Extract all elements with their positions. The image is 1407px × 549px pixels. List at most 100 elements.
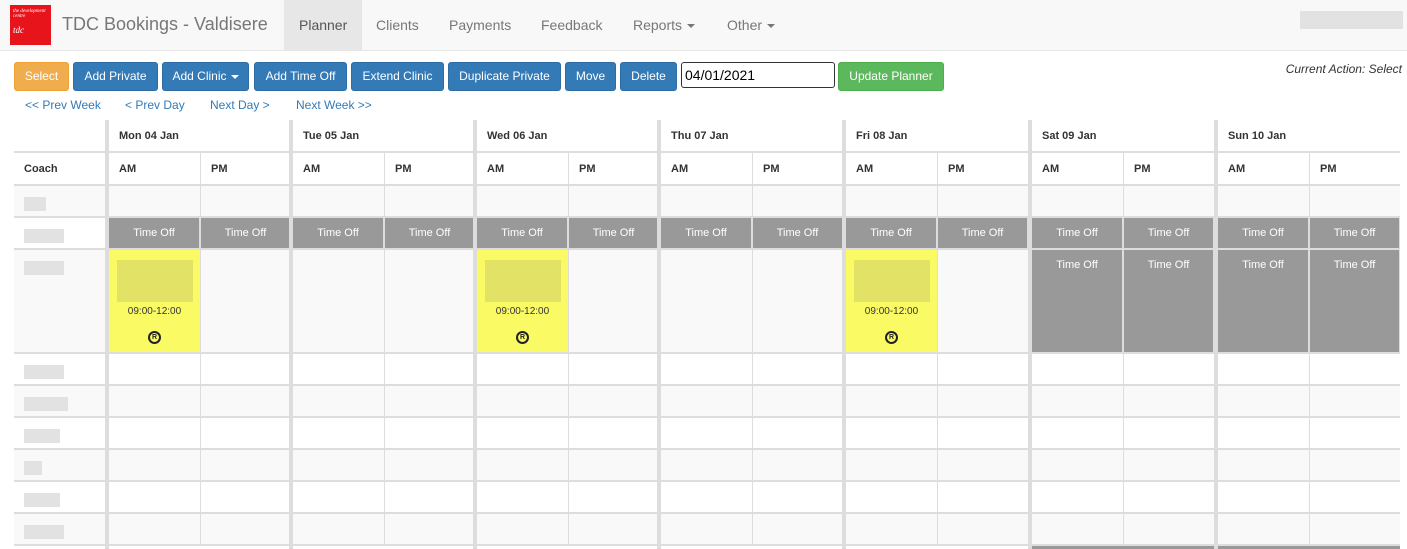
planner-cell[interactable] — [293, 482, 384, 514]
planner-cell[interactable] — [384, 450, 475, 482]
planner-cell[interactable] — [937, 450, 1028, 482]
planner-cell[interactable] — [1123, 482, 1214, 514]
next-week-link[interactable]: Next Week >> — [296, 98, 372, 112]
time-off-cell[interactable]: Time Off — [293, 218, 384, 250]
planner-cell[interactable] — [200, 514, 291, 546]
planner-cell[interactable] — [1123, 186, 1214, 218]
planner-cell[interactable] — [109, 354, 200, 386]
planner-cell[interactable] — [1032, 514, 1123, 546]
planner-cell[interactable] — [937, 250, 1028, 354]
planner-cell[interactable] — [568, 450, 659, 482]
planner-cell[interactable] — [477, 386, 568, 418]
planner-cell[interactable] — [661, 354, 752, 386]
booking-cell[interactable]: 09:00-12:00 R — [846, 250, 937, 354]
time-off-cell[interactable]: Time Off — [752, 218, 843, 250]
planner-cell[interactable] — [477, 186, 568, 218]
planner-cell[interactable] — [200, 386, 291, 418]
planner-cell[interactable] — [1218, 354, 1309, 386]
nav-payments[interactable]: Payments — [434, 0, 526, 50]
planner-cell[interactable] — [1032, 354, 1123, 386]
time-off-cell[interactable]: Time Off — [1218, 250, 1309, 354]
planner-cell[interactable] — [1309, 482, 1400, 514]
move-button[interactable]: Move — [565, 62, 616, 91]
planner-cell[interactable] — [1309, 186, 1400, 218]
planner-cell[interactable] — [846, 186, 937, 218]
time-off-cell[interactable]: Time Off — [384, 218, 475, 250]
planner-cell[interactable] — [846, 450, 937, 482]
planner-cell[interactable] — [1218, 386, 1309, 418]
planner-cell[interactable] — [1032, 418, 1123, 450]
add-time-off-button[interactable]: Add Time Off — [254, 62, 347, 91]
planner-cell[interactable] — [752, 386, 843, 418]
planner-cell[interactable] — [568, 418, 659, 450]
planner-cell[interactable] — [568, 514, 659, 546]
planner-cell[interactable] — [1218, 482, 1309, 514]
planner-cell[interactable] — [1123, 386, 1214, 418]
planner-cell[interactable] — [937, 514, 1028, 546]
planner-cell[interactable] — [937, 482, 1028, 514]
time-off-cell[interactable]: Time Off — [937, 218, 1028, 250]
time-off-cell[interactable]: Time Off — [477, 218, 568, 250]
planner-cell[interactable] — [293, 386, 384, 418]
time-off-cell[interactable]: Time Off — [200, 218, 291, 250]
planner-cell[interactable] — [937, 386, 1028, 418]
prev-week-link[interactable]: << Prev Week — [25, 98, 101, 112]
planner-cell[interactable] — [109, 450, 200, 482]
planner-cell[interactable] — [937, 354, 1028, 386]
planner-cell[interactable] — [661, 186, 752, 218]
planner-cell[interactable] — [200, 250, 291, 354]
nav-planner[interactable]: Planner — [284, 0, 363, 50]
planner-cell[interactable] — [752, 482, 843, 514]
time-off-cell[interactable]: Time Off — [109, 218, 200, 250]
planner-cell[interactable] — [661, 386, 752, 418]
planner-cell[interactable] — [384, 250, 475, 354]
planner-cell[interactable] — [1218, 418, 1309, 450]
planner-cell[interactable] — [1032, 482, 1123, 514]
planner-cell[interactable] — [752, 514, 843, 546]
add-private-button[interactable]: Add Private — [73, 62, 158, 91]
planner-cell[interactable] — [293, 354, 384, 386]
planner-cell[interactable] — [1123, 354, 1214, 386]
planner-cell[interactable] — [1309, 514, 1400, 546]
planner-cell[interactable] — [200, 354, 291, 386]
planner-cell[interactable] — [661, 514, 752, 546]
date-input[interactable] — [681, 62, 835, 88]
planner-cell[interactable] — [1032, 450, 1123, 482]
user-menu[interactable] — [1300, 11, 1403, 29]
time-off-cell[interactable]: Time Off — [1123, 250, 1214, 354]
nav-feedback[interactable]: Feedback — [526, 0, 617, 50]
planner-cell[interactable] — [384, 386, 475, 418]
planner-cell[interactable] — [1123, 450, 1214, 482]
planner-cell[interactable] — [661, 418, 752, 450]
planner-cell[interactable] — [568, 186, 659, 218]
planner-cell[interactable] — [293, 450, 384, 482]
time-off-cell[interactable]: Time Off — [1309, 218, 1400, 250]
planner-cell[interactable] — [661, 450, 752, 482]
nav-other-dropdown[interactable]: Other — [712, 0, 790, 50]
planner-cell[interactable] — [1218, 514, 1309, 546]
planner-cell[interactable] — [568, 386, 659, 418]
planner-cell[interactable] — [568, 250, 659, 354]
planner-cell[interactable] — [477, 418, 568, 450]
planner-cell[interactable] — [1309, 418, 1400, 450]
time-off-cell[interactable]: Time Off — [1218, 218, 1309, 250]
delete-button[interactable]: Delete — [620, 62, 677, 91]
planner-cell[interactable] — [846, 354, 937, 386]
planner-cell[interactable] — [846, 386, 937, 418]
extend-clinic-button[interactable]: Extend Clinic — [351, 62, 444, 91]
planner-cell[interactable] — [384, 354, 475, 386]
planner-cell[interactable] — [846, 514, 937, 546]
planner-cell[interactable] — [477, 450, 568, 482]
planner-cell[interactable] — [477, 482, 568, 514]
planner-cell[interactable] — [293, 418, 384, 450]
nav-clients[interactable]: Clients — [361, 0, 434, 50]
planner-cell[interactable] — [109, 514, 200, 546]
planner-cell[interactable] — [661, 482, 752, 514]
planner-cell[interactable] — [752, 354, 843, 386]
duplicate-private-button[interactable]: Duplicate Private — [448, 62, 561, 91]
planner-cell[interactable] — [293, 250, 384, 354]
planner-cell[interactable] — [1309, 386, 1400, 418]
time-off-cell[interactable]: Time Off — [661, 218, 752, 250]
planner-cell[interactable] — [109, 186, 200, 218]
planner-cell[interactable] — [568, 482, 659, 514]
